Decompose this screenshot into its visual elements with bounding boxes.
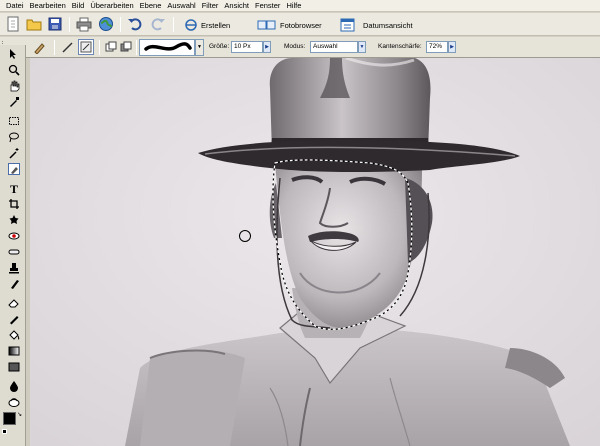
crop-tool-icon[interactable] [8, 198, 20, 210]
photobrowser-label: Fotobrowser [280, 20, 322, 30]
menu-bild[interactable]: Bild [70, 0, 89, 12]
create-button[interactable]: Erstellen [184, 17, 230, 33]
magic-wand-tool-icon[interactable] [8, 147, 20, 159]
toolbar-separator [69, 17, 70, 32]
svg-text:T: T [10, 182, 18, 194]
sponge-tool-icon[interactable] [8, 396, 20, 408]
brush-mode-icon[interactable] [60, 40, 76, 56]
menu-auswahl[interactable]: Auswahl [165, 0, 199, 12]
save-icon[interactable] [47, 16, 63, 32]
mode-dropdown-icon[interactable]: ▼ [358, 41, 366, 53]
toolbar-separator [120, 17, 121, 32]
create-label: Erstellen [201, 20, 231, 30]
zoom-tool-icon[interactable] [8, 64, 20, 76]
red-eye-tool-icon[interactable] [8, 230, 20, 242]
hand-tool-icon[interactable] [8, 80, 20, 92]
photobrowser-button[interactable]: Fotobrowser [257, 17, 322, 33]
size-field[interactable]: 10 Px [231, 41, 263, 53]
sharpness-label: Kantenschärfe: [378, 43, 422, 50]
move-tool-icon[interactable] [8, 48, 20, 60]
lasso-tool-icon[interactable] [8, 131, 20, 143]
default-colors-icon[interactable] [2, 429, 7, 434]
mode-label: Modus: [284, 43, 306, 50]
menu-ansicht[interactable]: Ansicht [222, 0, 253, 12]
menu-hilfe[interactable]: Hilfe [284, 0, 305, 12]
pencil-tool-icon[interactable] [8, 313, 20, 325]
selection-brush-tool-icon[interactable] [8, 163, 20, 175]
clone-stamp-tool-icon[interactable] [8, 262, 20, 274]
globe-icon[interactable] [98, 16, 114, 32]
document-canvas[interactable] [30, 58, 600, 446]
create-icon [185, 19, 197, 31]
type-tool-icon[interactable]: T [8, 182, 20, 196]
brush-stroke-icon [144, 42, 192, 51]
eyedropper-tool-icon[interactable] [8, 96, 20, 108]
brush-preset-picker[interactable] [139, 39, 195, 56]
options-separator [54, 40, 55, 55]
toolbox: T ↘ [0, 45, 26, 446]
subtract-selection-icon[interactable] [119, 40, 135, 56]
open-folder-icon[interactable] [26, 16, 42, 32]
healing-brush-tool-icon[interactable] [8, 246, 20, 258]
photobrowser-icon [257, 20, 276, 30]
menu-fenster[interactable]: Fenster [253, 0, 284, 12]
toolbar-separator [173, 17, 174, 32]
print-icon[interactable] [76, 16, 92, 32]
swap-colors-icon[interactable]: ↘ [17, 411, 22, 418]
shape-tool-icon[interactable] [8, 361, 20, 373]
menu-filter[interactable]: Filter [200, 0, 223, 12]
undo-icon[interactable] [127, 16, 143, 32]
chevron-down-icon[interactable]: ▼ [195, 39, 204, 56]
size-spin-icon[interactable]: ▶ [263, 41, 271, 53]
cookie-cutter-tool-icon[interactable] [8, 214, 20, 226]
paint-bucket-tool-icon[interactable] [8, 329, 20, 341]
options-separator [99, 40, 100, 55]
main-toolbar: Erstellen Fotobrowser Datumsansicht [0, 13, 600, 36]
dateview-button[interactable]: Datumsansicht [340, 17, 413, 33]
mode-select[interactable]: Auswahl [310, 41, 358, 53]
foreground-color-swatch[interactable] [3, 412, 16, 425]
calendar-icon [340, 18, 355, 32]
sharpness-spin-icon[interactable]: ▶ [448, 41, 456, 53]
blur-tool-icon[interactable] [8, 380, 20, 392]
marquee-tool-icon[interactable] [8, 115, 20, 127]
menu-datei[interactable]: Datei [4, 0, 28, 12]
size-label: Größe: [209, 43, 230, 50]
eraser-tool-icon[interactable] [8, 297, 20, 309]
dateview-label: Datumsansicht [363, 20, 413, 30]
pattern-stamp-tool-icon[interactable] [8, 278, 20, 290]
pencil-drawing-image [30, 58, 600, 446]
options-separator [136, 40, 137, 55]
gradient-tool-icon[interactable] [8, 345, 20, 357]
redo-icon[interactable] [150, 16, 166, 32]
menu-ueberarbeiten[interactable]: Überarbeiten [88, 0, 137, 12]
new-document-icon[interactable] [5, 16, 21, 32]
brush-mode-selected-icon[interactable] [78, 39, 94, 55]
menu-ebene[interactable]: Ebene [138, 0, 166, 12]
menu-bearbeiten[interactable]: Bearbeiten [28, 0, 70, 12]
add-to-selection-icon[interactable] [104, 40, 120, 56]
menu-bar: Datei Bearbeiten Bild Überarbeiten Ebene… [0, 0, 600, 12]
sharpness-field[interactable]: 72% [426, 41, 448, 53]
options-bar: ▼ Größe: 10 Px ▶ Modus: Auswahl ▼ Kanten… [0, 37, 600, 58]
selection-brush-icon[interactable] [32, 40, 48, 56]
